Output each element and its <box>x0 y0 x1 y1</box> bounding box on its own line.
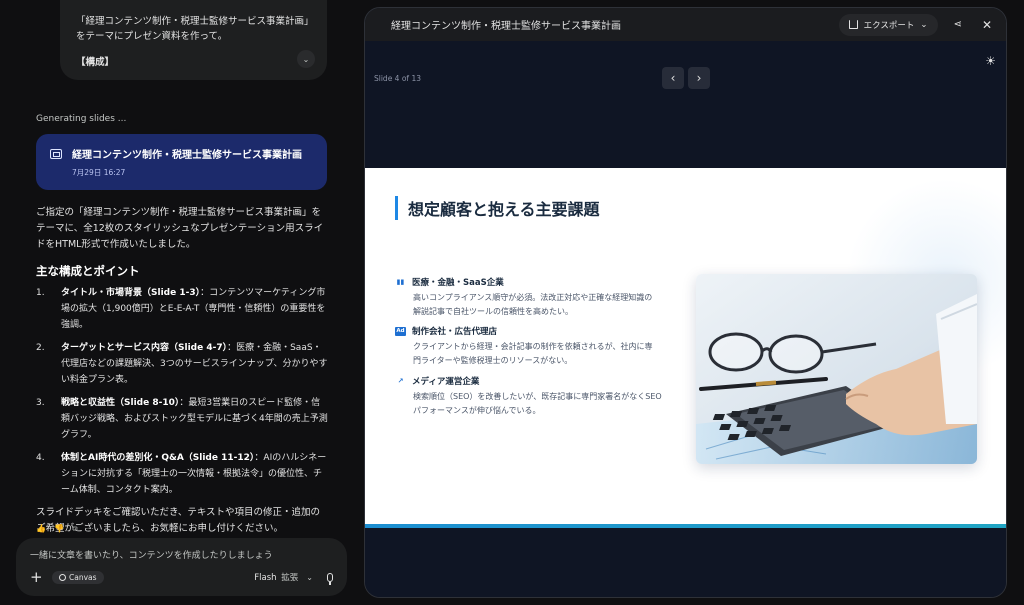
canvas-chip[interactable]: Canvas <box>52 570 104 584</box>
segment-title: 医療・金融・SaaS企業 <box>412 278 504 288</box>
prompt-section-label: 【構成】 <box>76 57 115 68</box>
export-label: エクスポート <box>863 20 915 31</box>
export-icon <box>848 20 858 29</box>
thumbs-down-icon[interactable]: 👎 <box>54 524 64 534</box>
prompt-line: をテーマにプレゼン資料を作って。 <box>76 31 228 42</box>
segment-description: 高いコンプライアンス順守が必須。法改正対応や正確な経理知識の 解説記事で自社ツール… <box>413 291 685 318</box>
point-title: ターゲットとサービス内容（Slide 4-7） <box>61 343 228 353</box>
ad-icon: Ad <box>395 326 406 336</box>
point-title: 戦略と収益性（Slide 8-10） <box>61 398 180 408</box>
reply-heading: 主な構成とポイント <box>36 264 140 278</box>
slide-title: 想定顧客と抱える主要課題 <box>395 196 600 220</box>
description-line: 検索順位（SEO）を改善したいが、既存記事に専門家署名がなくSEO <box>413 392 662 401</box>
input-toolbar: + Canvas Flash 拡張 ⌄ <box>30 568 333 586</box>
segment-title: 制作会社・広告代理店 <box>412 327 498 337</box>
list-number: 4. <box>36 453 45 463</box>
chevron-down-icon[interactable]: ⌄ <box>306 573 313 582</box>
thumbs-up-icon[interactable]: 👍 <box>36 524 46 534</box>
close-icon[interactable]: ✕ <box>982 18 992 32</box>
point-title: タイトル・市場背景（Slide 1-3） <box>61 288 201 298</box>
chevron-down-icon: ⌄ <box>920 19 928 30</box>
canvas-chip-label: Canvas <box>69 572 97 582</box>
slides-icon <box>50 149 62 159</box>
chat-input-placeholder[interactable]: 一緒に文章を書いたり、コンテンツを作成したりしましょう <box>30 548 333 561</box>
list-item: 3. 戦略と収益性（Slide 8-10）：最短3営業日のスピード監修・信頼バッジ… <box>36 395 328 443</box>
previous-slide-button[interactable]: ‹ <box>662 67 684 89</box>
customer-segment: Ad 制作会社・広告代理店 クライアントから経理・会計記事の制作を依頼されるが、社… <box>395 325 685 367</box>
chat-input-box[interactable]: 一緒に文章を書いたり、コンテンツを作成したりしましょう + Canvas Fla… <box>16 538 347 596</box>
description-line: 門ライターや監修税理士のリソースがない。 <box>413 355 573 365</box>
calculator-illustration <box>696 274 977 464</box>
description-line: パフォーマンスが伸び悩んでいる。 <box>413 405 541 415</box>
trend-icon: ↗ <box>397 377 404 385</box>
building-icon: ▮▮ <box>396 278 405 286</box>
more-options-icon[interactable]: ⋯ <box>86 524 94 534</box>
generation-status: Generating slides ... <box>36 114 127 124</box>
copy-icon[interactable]: ⧉ <box>72 524 78 534</box>
model-tool: 拡張 <box>281 573 299 583</box>
reaction-bar: 👍 👎 ⧉ ⋯ <box>36 524 94 534</box>
canvas-title: 経理コンテンツ制作・税理士監修サービス事業計画 <box>391 21 621 32</box>
slide-viewer: Slide 4 of 13 ‹ › ☀ 想定顧客と抱える主要課題 ▮▮ 医療・金融… <box>365 41 1006 597</box>
assistant-reply: ご指定の「経理コンテンツ制作・税理士監修サービス事業計画」をテーマに、全12枚の… <box>36 205 328 537</box>
share-icon[interactable]: ⋖ <box>954 19 962 30</box>
canvas-icon <box>59 573 66 581</box>
description-line: 解説記事で自社ツールの信頼性を高めたい。 <box>413 306 573 316</box>
chevron-left-icon: ‹ <box>670 71 676 85</box>
prompt-line: 「経理コンテンツ制作・税理士監修サービス事業計画」 <box>76 16 314 27</box>
list-item: 1. タイトル・市場背景（Slide 1-3）：コンテンツマーケティング市場の拡大… <box>36 285 328 333</box>
segment-title: メディア運営企業 <box>412 377 480 387</box>
list-number: 3. <box>36 398 45 408</box>
list-number: 2. <box>36 343 45 353</box>
points-list: 1. タイトル・市場背景（Slide 1-3）：コンテンツマーケティング市場の拡大… <box>36 285 328 498</box>
export-button[interactable]: エクスポート ⌄ <box>838 13 938 36</box>
canvas-document-card[interactable]: 経理コンテンツ制作・税理士監修サービス事業計画 7月29日 16:27 <box>36 134 327 190</box>
microphone-icon[interactable] <box>327 572 333 585</box>
next-slide-button[interactable]: › <box>688 67 710 89</box>
point-title: 体制とAI時代の差別化・Q&A（Slide 11-12） <box>61 453 255 463</box>
list-item: 2. ターゲットとサービス内容（Slide 4-7）：医療・金融・SaaS・代理店… <box>36 340 328 388</box>
segment-description: クライアントから経理・会計記事の制作を依頼されるが、社内に専 門ライターや監修税理… <box>413 340 685 367</box>
segment-description: 検索順位（SEO）を改善したいが、既存記事に専門家署名がなくSEO パフォーマンス… <box>413 390 685 417</box>
canvas-header: 経理コンテンツ制作・税理士監修サービス事業計画 エクスポート ⌄ ⋖ ✕ <box>365 8 1006 41</box>
document-title: 経理コンテンツ制作・税理士監修サービス事業計画 <box>72 150 302 161</box>
theme-toggle-sun-icon[interactable]: ☀ <box>985 54 996 68</box>
slide-counter: Slide 4 of 13 <box>374 74 421 83</box>
chat-panel: 「経理コンテンツ制作・税理士監修サービス事業計画」 をテーマにプレゼン資料を作っ… <box>0 0 355 605</box>
slide: 想定顧客と抱える主要課題 ▮▮ 医療・金融・SaaS企業 高いコンプライアンス順守… <box>365 168 1006 528</box>
description-line: 高いコンプライアンス順守が必須。法改正対応や正確な経理知識の <box>413 293 653 302</box>
add-icon[interactable]: + <box>30 568 46 586</box>
expand-prompt-chevron-icon[interactable]: ⌄ <box>297 50 315 68</box>
slide-accent-bar <box>365 524 1006 528</box>
list-number: 1. <box>36 288 45 298</box>
customer-segment: ↗ メディア運営企業 検索順位（SEO）を改善したいが、既存記事に専門家署名がなく… <box>395 375 685 417</box>
document-date: 7月29日 16:27 <box>72 168 126 177</box>
reply-intro: ご指定の「経理コンテンツ制作・税理士監修サービス事業計画」をテーマに、全12枚の… <box>36 207 324 250</box>
list-item: 4. 体制とAI時代の差別化・Q&A（Slide 11-12）：AIのハルシネーシ… <box>36 450 328 498</box>
model-selector[interactable]: Flash 拡張 <box>254 571 298 583</box>
description-line: クライアントから経理・会計記事の制作を依頼されるが、社内に専 <box>413 342 653 351</box>
calculator-photo <box>696 274 977 464</box>
model-name: Flash <box>254 573 277 583</box>
customer-segment: ▮▮ 医療・金融・SaaS企業 高いコンプライアンス順守が必須。法改正対応や正確な… <box>395 276 685 318</box>
chevron-right-icon: › <box>696 71 702 85</box>
canvas-panel: 経理コンテンツ制作・税理士監修サービス事業計画 エクスポート ⌄ ⋖ ✕ Sli… <box>364 7 1007 598</box>
user-prompt-bubble: 「経理コンテンツ制作・税理士監修サービス事業計画」 をテーマにプレゼン資料を作っ… <box>60 0 327 80</box>
